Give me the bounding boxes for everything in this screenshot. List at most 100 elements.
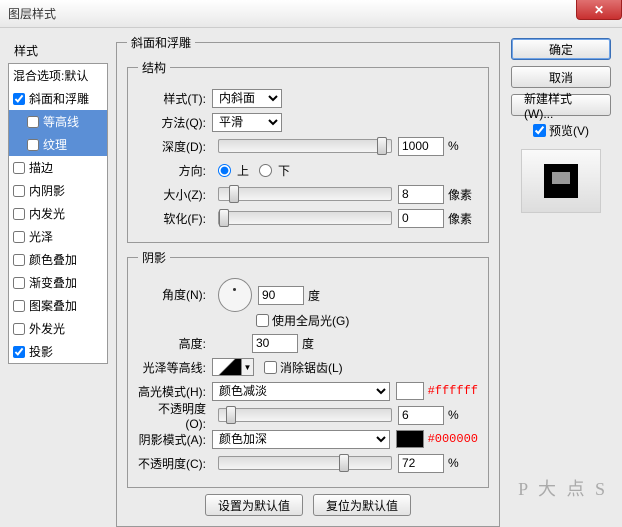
highlight-opacity-slider[interactable] <box>218 408 392 422</box>
style-item-3[interactable]: 描边 <box>9 156 107 179</box>
style-item-5[interactable]: 内发光 <box>9 202 107 225</box>
direction-label: 方向: <box>138 162 212 179</box>
preview-checkbox[interactable] <box>533 124 546 137</box>
style-item-checkbox[interactable] <box>13 277 25 289</box>
preview-label: 预览(V) <box>549 122 589 139</box>
style-item-2[interactable]: 纹理 <box>9 133 107 156</box>
size-slider[interactable] <box>218 187 392 201</box>
style-item-label: 颜色叠加 <box>29 251 77 268</box>
style-select[interactable]: 内斜面 <box>212 89 282 108</box>
style-item-label: 图案叠加 <box>29 297 77 314</box>
style-item-checkbox[interactable] <box>27 116 39 128</box>
style-item-checkbox[interactable] <box>13 300 25 312</box>
style-item-6[interactable]: 光泽 <box>9 225 107 248</box>
style-item-checkbox[interactable] <box>13 231 25 243</box>
shadow-mode-label: 阴影模式(A): <box>138 431 212 448</box>
highlight-color-swatch[interactable] <box>396 382 424 400</box>
bevel-legend: 斜面和浮雕 <box>127 34 195 51</box>
shadow-mode-select[interactable]: 颜色加深 <box>212 430 390 449</box>
style-item-checkbox[interactable] <box>13 93 25 105</box>
soften-unit: 像素 <box>448 210 478 227</box>
preview-shape <box>544 164 578 198</box>
style-item-checkbox[interactable] <box>13 323 25 335</box>
altitude-unit: 度 <box>302 335 332 352</box>
shadow-opacity-label: 不透明度(C): <box>138 455 212 472</box>
style-item-checkbox[interactable] <box>13 185 25 197</box>
style-item-label: 投影 <box>29 343 53 360</box>
style-item-4[interactable]: 内阴影 <box>9 179 107 202</box>
style-item-label: 内发光 <box>29 205 65 222</box>
style-item-checkbox[interactable] <box>13 208 25 220</box>
make-default-button[interactable]: 设置为默认值 <box>205 494 303 516</box>
global-light-checkbox[interactable] <box>256 314 269 327</box>
depth-label: 深度(D): <box>138 138 212 155</box>
technique-select[interactable]: 平滑 <box>212 113 282 132</box>
styles-list: 混合选项:默认 斜面和浮雕等高线纹理描边内阴影内发光光泽颜色叠加渐变叠加图案叠加… <box>8 63 108 364</box>
altitude-label: 高度: <box>138 335 212 352</box>
depth-input[interactable]: 1000 <box>398 137 444 156</box>
shadow-color-swatch[interactable] <box>396 430 424 448</box>
style-item-label: 斜面和浮雕 <box>29 90 89 107</box>
main-area: 样式 混合选项:默认 斜面和浮雕等高线纹理描边内阴影内发光光泽颜色叠加渐变叠加图… <box>0 28 622 509</box>
style-item-label: 外发光 <box>29 320 65 337</box>
close-icon: ✕ <box>594 3 604 17</box>
size-label: 大小(Z): <box>138 186 212 203</box>
style-item-label: 等高线 <box>43 113 79 130</box>
structure-legend: 结构 <box>138 59 170 76</box>
reset-default-button[interactable]: 复位为默认值 <box>313 494 411 516</box>
right-panel: 确定 取消 新建样式(W)... 预览(V) <box>506 34 616 503</box>
close-button[interactable]: ✕ <box>576 0 622 20</box>
global-light-label: 使用全局光(G) <box>272 312 349 329</box>
altitude-input[interactable]: 30 <box>252 334 298 353</box>
size-input[interactable]: 8 <box>398 185 444 204</box>
blend-options[interactable]: 混合选项:默认 <box>9 64 107 87</box>
depth-slider[interactable] <box>218 139 392 153</box>
gloss-contour-dropdown[interactable]: ▼ <box>242 358 254 376</box>
highlight-mode-label: 高光模式(H): <box>138 383 212 400</box>
style-item-checkbox[interactable] <box>13 346 25 358</box>
cancel-button[interactable]: 取消 <box>511 66 611 88</box>
style-item-label: 描边 <box>29 159 53 176</box>
style-item-checkbox[interactable] <box>13 162 25 174</box>
style-item-label: 纹理 <box>43 136 67 153</box>
soften-label: 软化(F): <box>138 210 212 227</box>
style-item-checkbox[interactable] <box>13 254 25 266</box>
shading-group: 阴影 角度(N): 90 度 使用全局光(G) <box>127 249 489 488</box>
antialias-label: 消除锯齿(L) <box>280 359 343 376</box>
style-item-0[interactable]: 斜面和浮雕 <box>9 87 107 110</box>
highlight-mode-select[interactable]: 颜色减淡 <box>212 382 390 401</box>
style-item-9[interactable]: 图案叠加 <box>9 294 107 317</box>
soften-input[interactable]: 0 <box>398 209 444 228</box>
soften-slider[interactable] <box>218 211 392 225</box>
styles-panel: 样式 混合选项:默认 斜面和浮雕等高线纹理描边内阴影内发光光泽颜色叠加渐变叠加图… <box>6 34 110 503</box>
gloss-contour-swatch[interactable] <box>212 358 242 376</box>
gloss-label: 光泽等高线: <box>138 359 212 376</box>
highlight-hex: #ffffff <box>428 384 478 398</box>
ok-button[interactable]: 确定 <box>511 38 611 60</box>
styles-heading: 样式 <box>8 38 108 63</box>
angle-dial[interactable] <box>218 278 252 312</box>
direction-up-radio[interactable] <box>218 164 231 177</box>
style-item-checkbox[interactable] <box>27 139 39 151</box>
watermark: P 大 点 S <box>518 475 608 501</box>
style-item-10[interactable]: 外发光 <box>9 317 107 340</box>
direction-down-radio[interactable] <box>259 164 272 177</box>
style-item-1[interactable]: 等高线 <box>9 110 107 133</box>
angle-input[interactable]: 90 <box>258 286 304 305</box>
style-item-7[interactable]: 颜色叠加 <box>9 248 107 271</box>
style-item-11[interactable]: 投影 <box>9 340 107 363</box>
new-style-button[interactable]: 新建样式(W)... <box>511 94 611 116</box>
preview-box <box>521 149 601 213</box>
shadow-opacity-input[interactable]: 72 <box>398 454 444 473</box>
structure-group: 结构 样式(T): 内斜面 方法(Q): 平滑 深度(D): 1000 % 方向… <box>127 59 489 243</box>
depth-unit: % <box>448 139 478 153</box>
style-item-label: 内阴影 <box>29 182 65 199</box>
shadow-opacity-slider[interactable] <box>218 456 392 470</box>
size-unit: 像素 <box>448 186 478 203</box>
angle-unit: 度 <box>308 287 338 304</box>
shadow-hex: #000000 <box>428 432 478 446</box>
style-item-8[interactable]: 渐变叠加 <box>9 271 107 294</box>
shading-legend: 阴影 <box>138 249 170 266</box>
highlight-opacity-input[interactable]: 6 <box>398 406 444 425</box>
antialias-checkbox[interactable] <box>264 361 277 374</box>
